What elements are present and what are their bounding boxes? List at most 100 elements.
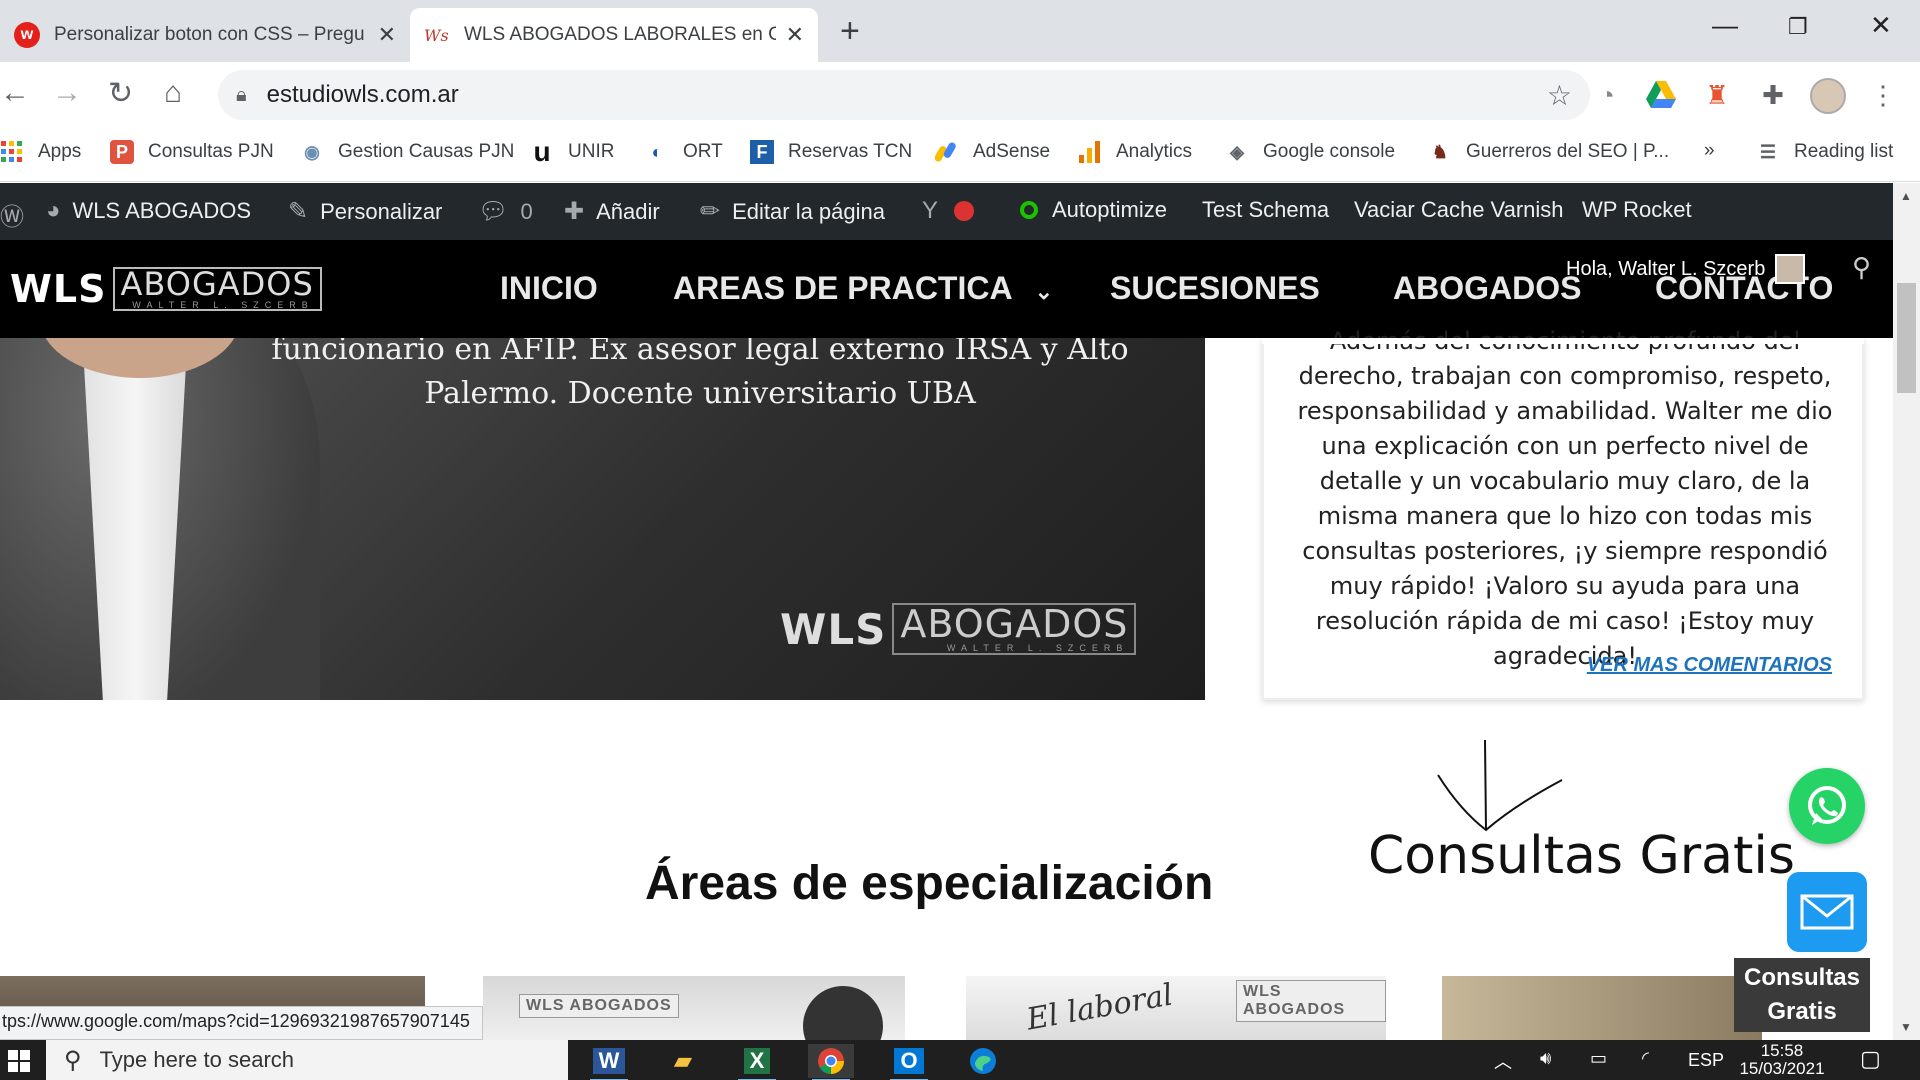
bookmark-label: Guerreros del SEO | P... (1466, 141, 1670, 162)
notifications-icon[interactable]: ▢ (1860, 1046, 1881, 1072)
bookmark-guerreros-seo[interactable]: ♞ Guerreros del SEO | P... (1428, 140, 1669, 164)
admin-varnish-link[interactable]: Vaciar Cache Varnish (1354, 197, 1564, 223)
bookmark-label: Apps (38, 141, 82, 162)
reading-list-icon: ☰ (1759, 141, 1777, 162)
chrome-app-icon[interactable] (808, 1044, 854, 1080)
admin-wp-rocket-label: WP Rocket (1582, 197, 1692, 222)
area-card-2[interactable]: WLS ABOGADOS (483, 976, 905, 1040)
search-icon[interactable]: ⚲ (1852, 252, 1871, 283)
menu-abogados[interactable]: ABOGADOS (1393, 270, 1581, 307)
tab-strip: w Personalizar boton con CSS – Pregu ✕ W… (0, 0, 1920, 62)
excel-app-icon[interactable]: X (734, 1044, 780, 1080)
menu-areas-de-practica[interactable]: AREAS DE PRACTICA ⌄ (673, 270, 1053, 307)
menu-sucesiones[interactable]: SUCESIONES (1110, 270, 1320, 307)
reload-icon[interactable]: ↻ (108, 76, 133, 111)
bookmark-gestion-causas[interactable]: ◉ Gestion Causas PJN (300, 140, 514, 164)
taskbar-search-box[interactable]: ⚲ Type here to search (46, 1040, 568, 1080)
menu-kebab-icon[interactable]: ⋮ (1866, 78, 1900, 112)
analytics-icon (1078, 140, 1102, 164)
volume-icon[interactable]: 🔊︎ (1540, 1048, 1551, 1069)
hero-logo-abogados: ABOGADOS (900, 602, 1129, 646)
search-console-icon: ◈ (1230, 141, 1244, 162)
word-app-icon[interactable]: W (586, 1044, 632, 1080)
taskbar-clock[interactable]: 15:58 15/03/2021 (1716, 1042, 1848, 1078)
menu-inicio[interactable]: INICIO (500, 270, 598, 307)
forward-icon[interactable]: → (52, 76, 82, 110)
extension-icon[interactable]: ◔ (1590, 78, 1624, 112)
header-overlap-mask (1262, 338, 1864, 344)
yoast-seo-icon[interactable]: Y (922, 197, 975, 225)
admin-test-schema-link[interactable]: Test Schema (1202, 197, 1329, 223)
overflow-chevron-icon: » (1704, 140, 1715, 161)
reading-list-button[interactable]: ☰ Reading list (1756, 140, 1893, 164)
tab-wls-abogados[interactable]: Ws WLS ABOGADOS LABORALES en Ca ✕ (410, 8, 818, 62)
extensions-puzzle-icon[interactable]: ✚ (1756, 78, 1790, 112)
windows-start-icon[interactable] (8, 1050, 30, 1072)
bookmark-analytics[interactable]: Analytics (1078, 140, 1192, 164)
tray-chevron-icon[interactable]: ︿ (1494, 1048, 1512, 1074)
admin-greeting[interactable]: Hola, Walter L. Szcerb (1566, 254, 1806, 284)
battery-icon[interactable]: ▭ (1590, 1048, 1607, 1069)
page-scrollbar[interactable]: ▲ ▼ (1893, 183, 1920, 1040)
back-icon[interactable]: ← (0, 76, 30, 110)
scroll-up-icon[interactable]: ▲ (1900, 189, 1912, 203)
admin-customize-link[interactable]: ✎ Personalizar (288, 197, 442, 226)
consultas-gratis-widget[interactable]: Consultas Gratis (1734, 958, 1870, 1032)
admin-site-label: WLS ABOGADOS (72, 198, 252, 223)
scroll-down-icon[interactable]: ▼ (1900, 1020, 1912, 1034)
bookmark-google-console[interactable]: ◈ Google console (1225, 140, 1395, 164)
hero-text-line2: Palermo. Docente universitario UBA (424, 376, 976, 411)
whatsapp-button[interactable] (1789, 768, 1865, 844)
new-tab-button[interactable]: + (840, 12, 860, 51)
clock-date: 15/03/2021 (1739, 1059, 1825, 1078)
outlook-app-icon[interactable]: O (886, 1044, 932, 1080)
widget-line2: Gratis (1767, 998, 1837, 1025)
tab-close-icon[interactable]: ✕ (378, 22, 396, 48)
bookmark-star-icon[interactable]: ☆ (1547, 79, 1572, 112)
pencil-icon: ✏ (700, 198, 721, 225)
window-close-icon[interactable]: ✕ (1870, 10, 1892, 41)
bookmark-label: Analytics (1116, 141, 1193, 162)
ver-mas-comentarios-link[interactable]: VER MAS COMENTARIOS (1587, 654, 1832, 677)
file-explorer-icon[interactable]: ▰ (660, 1044, 706, 1078)
area-card-3[interactable]: El laboral WLS ABOGADOS (966, 976, 1386, 1040)
bookmark-reservas-tcn[interactable]: F Reservas TCN (750, 140, 912, 164)
profile-avatar[interactable] (1810, 78, 1846, 114)
admin-site-link[interactable]: ◕ WLS ABOGADOS (46, 197, 251, 225)
person-silhouette (803, 986, 883, 1040)
bookmarks-overflow-button[interactable]: » (1704, 140, 1715, 162)
admin-test-schema-label: Test Schema (1202, 197, 1330, 222)
bookmark-consultas-pjn[interactable]: P Consultas PJN (110, 140, 274, 164)
browser-toolbar: ← → ↻ ⌂ 🔒︎ estudiowls.com.ar ☆ ◔ ♜ ✚ ⋮ (0, 62, 1920, 128)
wordpress-logo-icon[interactable]: Ⓦ (0, 197, 24, 232)
edge-app-icon[interactable] (960, 1044, 1006, 1078)
tab-personalizar[interactable]: w Personalizar boton con CSS – Pregu ✕ (0, 8, 410, 62)
menu-label: AREAS DE PRACTICA (673, 270, 1013, 306)
minimize-icon[interactable]: — (1712, 10, 1738, 41)
wifi-icon[interactable]: ◜ (1642, 1048, 1649, 1069)
site-logo[interactable]: WLS ABOGADOS WALTER L. SZCERB (10, 266, 346, 312)
restore-icon[interactable]: ❐ (1788, 14, 1808, 40)
lastpass-icon[interactable]: ♜ (1700, 78, 1734, 112)
bookmark-apps[interactable]: Apps (0, 140, 81, 164)
wls-favicon-icon: Ws (424, 25, 449, 45)
bookmark-unir[interactable]: u UNIR (530, 136, 615, 167)
admin-comments-link[interactable]: 💬︎ 0 (478, 197, 533, 226)
lock-icon: 🔒︎ (236, 83, 247, 106)
admin-edit-page-link[interactable]: ✏ Editar la página (700, 197, 885, 226)
admin-wp-rocket-link[interactable]: WP Rocket (1582, 197, 1692, 223)
admin-autoptimize-link[interactable]: Autoptimize (1020, 197, 1167, 223)
google-drive-icon[interactable] (1644, 78, 1678, 112)
email-button[interactable] (1787, 872, 1867, 952)
scroll-thumb[interactable] (1897, 283, 1916, 393)
card-logo: WLS ABOGADOS (1236, 980, 1386, 1022)
tab-close-icon[interactable]: ✕ (786, 22, 804, 48)
home-icon[interactable]: ⌂ (164, 76, 182, 110)
bookmark-label: Gestion Causas PJN (338, 141, 515, 162)
address-bar[interactable]: 🔒︎ estudiowls.com.ar ☆ (218, 70, 1590, 120)
admin-add-link[interactable]: ✚ Añadir (564, 197, 660, 226)
area-card-4[interactable] (1442, 976, 1762, 1040)
bookmark-ort[interactable]: ◐ ORT (645, 140, 723, 164)
bookmark-label: UNIR (568, 141, 615, 162)
bookmark-adsense[interactable]: AdSense (935, 140, 1050, 164)
